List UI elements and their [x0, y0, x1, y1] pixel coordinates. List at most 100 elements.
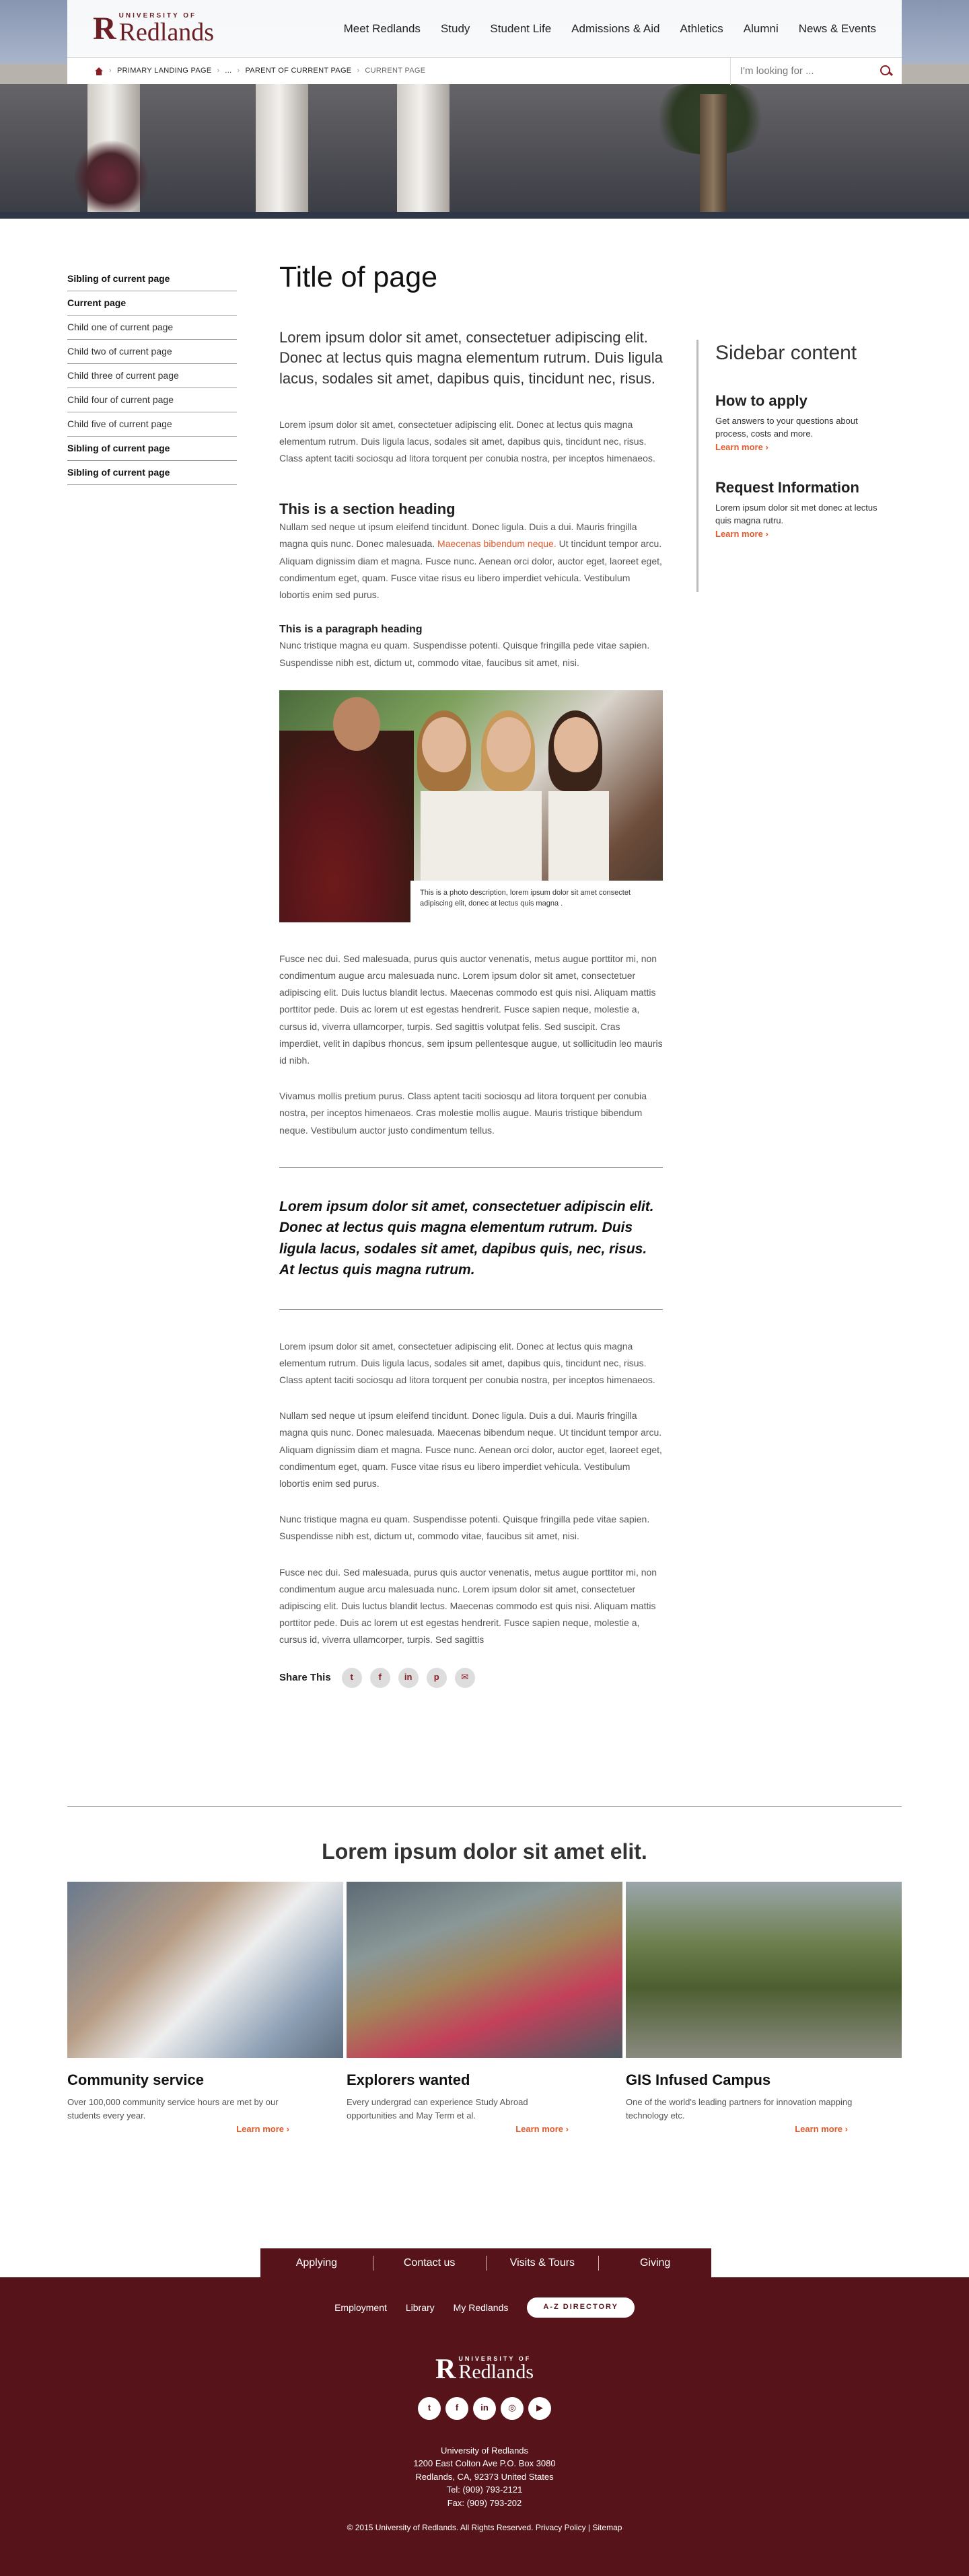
linkedin-icon[interactable]: in [473, 2396, 496, 2420]
main-nav: Meet Redlands Study Student Life Admissi… [344, 20, 876, 38]
chevron-right-icon: › [217, 66, 220, 75]
learn-more-link[interactable]: Learn more › [715, 441, 885, 455]
footer-tab-giving[interactable]: Giving [599, 2256, 711, 2271]
learn-more-link[interactable]: Learn more › [236, 2123, 289, 2137]
divider [279, 1167, 663, 1168]
hero-banner: R UNIVERSITY OF Redlands Meet Redlands S… [0, 0, 969, 219]
nav-student-life[interactable]: Student Life [490, 20, 551, 38]
body-paragraph: Lorem ipsum dolor sit amet, consectetuer… [279, 1340, 655, 1386]
twitter-icon[interactable]: t [418, 2396, 441, 2420]
section-heading: This is a section heading [279, 500, 456, 517]
share-label: Share This [279, 1671, 331, 1683]
az-directory-button[interactable]: A-Z DIRECTORY [527, 2297, 635, 2318]
footer-tab-applying[interactable]: Applying [260, 2255, 373, 2271]
email-icon[interactable]: ✉ [454, 1667, 475, 1688]
chevron-right-icon: › [565, 2124, 569, 2134]
chevron-right-icon: › [286, 2124, 289, 2134]
section-nav-item-current[interactable]: Current page [67, 291, 237, 316]
chevron-right-icon: › [765, 528, 768, 539]
footer-link-library[interactable]: Library [406, 2300, 435, 2315]
feature-card[interactable]: GIS Infused Campus One of the world's le… [626, 1882, 902, 2134]
section-nav-item[interactable]: Sibling of current page [67, 437, 237, 461]
sidebar-text: Get answers to your questions about proc… [715, 416, 858, 439]
card-title: Community service [67, 2071, 204, 2088]
chevron-right-icon: › [845, 2124, 848, 2134]
body-paragraph: Nunc tristique magna eu quam. Suspendiss… [279, 1514, 650, 1542]
section-nav-item[interactable]: Child two of current page [67, 340, 237, 364]
nav-alumni[interactable]: Alumni [744, 20, 779, 38]
youtube-icon[interactable]: ▶ [528, 2396, 551, 2420]
breadcrumb-parent[interactable]: PARENT OF CURRENT PAGE [245, 65, 351, 77]
sidebar-heading: How to apply [715, 392, 808, 409]
footer-links: Employment Library My Redlands A-Z DIREC… [0, 2297, 969, 2318]
breadcrumb-ellipsis[interactable]: ... [225, 65, 231, 77]
footer-tab-visits[interactable]: Visits & Tours [487, 2255, 600, 2271]
logo-name: Redlands [118, 17, 215, 46]
breadcrumb-current: CURRENT PAGE [365, 66, 426, 75]
learn-more-link[interactable]: Learn more › [515, 2123, 569, 2137]
footer-social: t f in ◎ ▶ [0, 2396, 969, 2420]
feature-card[interactable]: Community service Over 100,000 community… [67, 1882, 343, 2134]
search-input[interactable] [740, 65, 880, 77]
breadcrumb-primary-landing[interactable]: PRIMARY LANDING PAGE [117, 65, 211, 77]
divider [67, 1806, 902, 1807]
nav-admissions-aid[interactable]: Admissions & Aid [571, 20, 659, 38]
logo-mark: R [93, 10, 116, 46]
section-nav-item[interactable]: Sibling of current page [67, 267, 237, 291]
linkedin-icon[interactable]: in [398, 1667, 419, 1688]
page-title: Title of page [279, 261, 438, 293]
footer-link-my-redlands[interactable]: My Redlands [454, 2300, 509, 2315]
hero-column [256, 81, 308, 219]
card-image [347, 1882, 622, 2058]
sitemap-link[interactable]: Sitemap [592, 2523, 622, 2532]
facebook-icon[interactable]: f [369, 1667, 390, 1688]
footer-logo[interactable]: R UNIVERSITY OF Redlands [0, 2355, 969, 2384]
learn-more-link[interactable]: Learn more › [715, 527, 885, 542]
card-image [67, 1882, 343, 2058]
search-icon[interactable] [880, 65, 892, 77]
body-paragraph: Nullam sed neque ut ipsum eleifend tinci… [279, 1410, 662, 1489]
pull-quote: Lorem ipsum dolor sit amet, consectetuer… [279, 1198, 654, 1278]
card-title: Explorers wanted [347, 2071, 470, 2088]
hero-column [397, 81, 450, 219]
privacy-policy-link[interactable]: Privacy Policy [536, 2523, 586, 2532]
footer-tabs: Applying Contact us Visits & Tours Givin… [260, 2248, 711, 2277]
feature-title: Lorem ipsum dolor sit amet elit. [322, 1839, 647, 1864]
facebook-icon[interactable]: f [445, 2396, 468, 2420]
nav-news-events[interactable]: News & Events [799, 20, 876, 38]
footer-tab-contact[interactable]: Contact us [373, 2255, 487, 2271]
footer-link-employment[interactable]: Employment [334, 2300, 387, 2315]
body-paragraph: Lorem ipsum dolor sit amet, consectetuer… [279, 418, 655, 464]
chevron-right-icon: › [765, 442, 768, 453]
body-paragraph: Fusce nec dui. Sed malesuada, purus quis… [279, 1566, 657, 1646]
section-nav-item[interactable]: Child three of current page [67, 364, 237, 388]
twitter-icon[interactable]: t [341, 1667, 362, 1688]
content-photo: This is a photo description, lorem ipsum… [279, 690, 663, 922]
hero-building [0, 64, 969, 219]
section-nav-item[interactable]: Child four of current page [67, 388, 237, 412]
card-text: Over 100,000 community service hours are… [67, 2097, 279, 2121]
sidebar-title: Sidebar content [715, 342, 857, 364]
search-box [730, 57, 902, 85]
inline-link[interactable]: Maecenas bibendum neque. [437, 538, 557, 549]
nav-meet-redlands[interactable]: Meet Redlands [344, 20, 421, 38]
pinterest-icon[interactable]: p [426, 1667, 447, 1688]
lead-paragraph: Lorem ipsum dolor sit amet, consectetuer… [279, 328, 663, 388]
chevron-right-icon: › [357, 66, 360, 75]
breadcrumb-bar: › PRIMARY LANDING PAGE › ... › PARENT OF… [67, 57, 902, 85]
card-image [626, 1882, 902, 2058]
card-text: Every undergrad can experience Study Abr… [347, 2097, 528, 2121]
hero-tree [74, 138, 148, 219]
instagram-icon[interactable]: ◎ [501, 2396, 524, 2420]
section-nav-item[interactable]: Child five of current page [67, 412, 237, 437]
section-nav-item[interactable]: Sibling of current page [67, 461, 237, 485]
top-navigation-bar: R UNIVERSITY OF Redlands Meet Redlands S… [67, 0, 902, 57]
learn-more-link[interactable]: Learn more › [795, 2123, 848, 2137]
section-nav-item[interactable]: Child one of current page [67, 316, 237, 340]
nav-study[interactable]: Study [441, 20, 470, 38]
paragraph-heading: This is a paragraph heading [279, 624, 423, 636]
home-icon[interactable] [94, 67, 104, 75]
feature-card[interactable]: Explorers wanted Every undergrad can exp… [347, 1882, 622, 2134]
nav-athletics[interactable]: Athletics [680, 20, 723, 38]
site-logo[interactable]: R UNIVERSITY OF Redlands [93, 10, 215, 46]
